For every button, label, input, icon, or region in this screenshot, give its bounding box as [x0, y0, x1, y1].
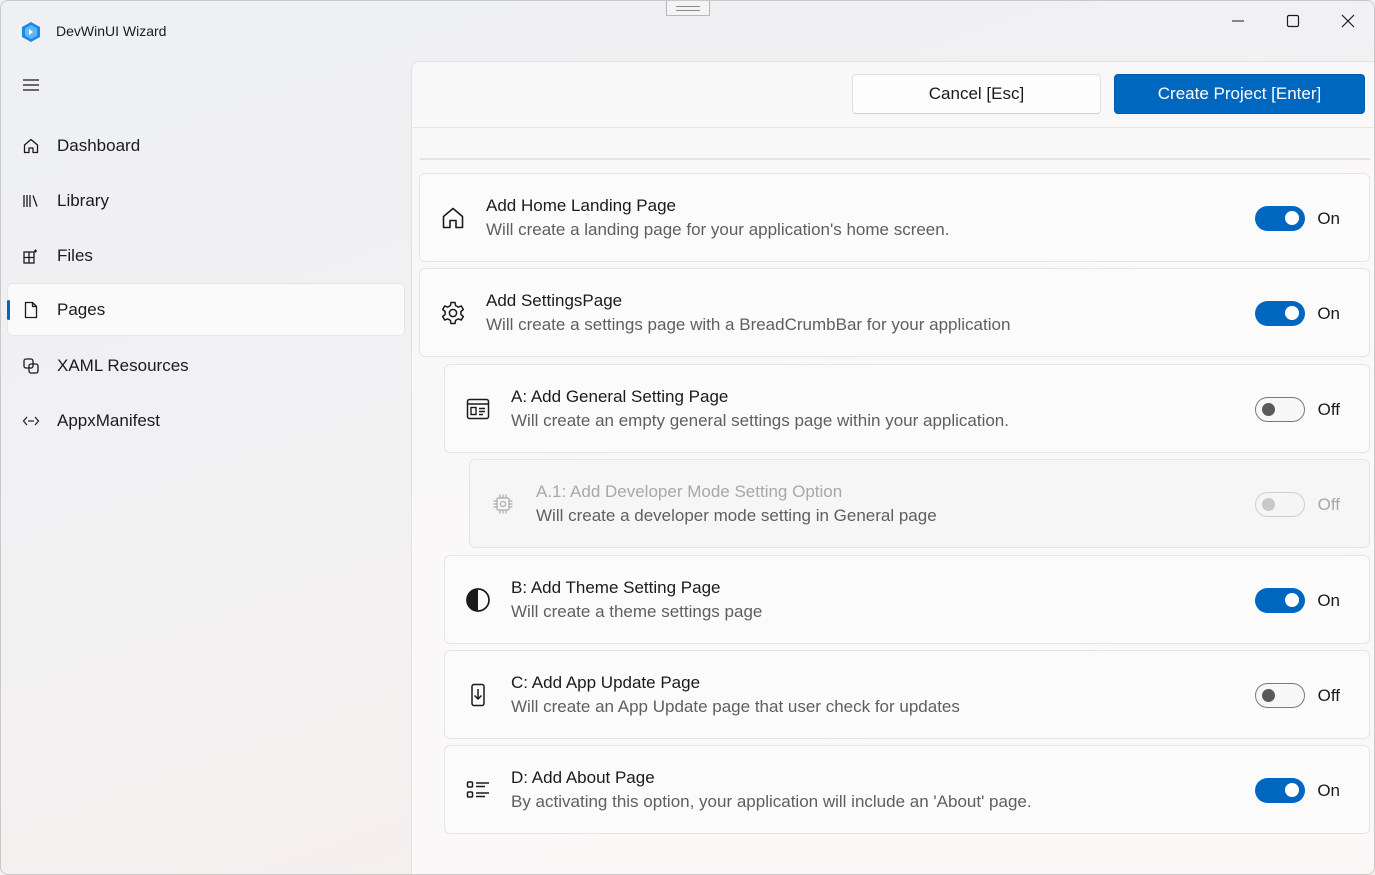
- option-title: D: Add About Page: [511, 768, 655, 787]
- content-panel: Cancel [Esc] Create Project [Enter] Add …: [411, 61, 1374, 874]
- menu-toggle-button[interactable]: [17, 71, 45, 99]
- sidebar-item-label: Pages: [57, 299, 106, 319]
- sidebar-item-label: Library: [57, 190, 109, 210]
- minimize-button[interactable]: [1211, 1, 1265, 41]
- divider: [420, 158, 1370, 160]
- option-card-developer-mode: A.1: Add Developer Mode Setting Option W…: [469, 459, 1370, 548]
- toggle-state-label: Off: [1317, 400, 1340, 419]
- option-card-home-landing: Add Home Landing Page Will create a land…: [419, 173, 1370, 262]
- option-description: Will create a developer mode setting in …: [536, 506, 937, 525]
- toggle-knob: [1262, 498, 1275, 511]
- sidebar-item-label: XAML Resources: [57, 355, 189, 375]
- toggle-state-label: On: [1317, 304, 1340, 323]
- home-icon: [440, 205, 466, 231]
- app-logo-icon: [20, 21, 42, 43]
- option-description: Will create a theme settings page: [511, 602, 763, 621]
- sidebar-item-pages[interactable]: Pages: [7, 283, 405, 336]
- home-icon: [21, 136, 41, 156]
- library-icon: [21, 191, 41, 211]
- option-title: Add Home Landing Page: [486, 196, 676, 215]
- option-title: A.1: Add Developer Mode Setting Option: [536, 482, 843, 501]
- option-card-general-setting: A: Add General Setting Page Will create …: [444, 364, 1370, 453]
- option-description: Will create an App Update page that user…: [511, 697, 960, 716]
- resources-icon: [21, 356, 41, 376]
- cancel-button[interactable]: Cancel [Esc]: [852, 74, 1101, 114]
- close-button[interactable]: [1321, 1, 1374, 41]
- home-landing-toggle[interactable]: [1255, 206, 1305, 231]
- option-title: B: Add Theme Setting Page: [511, 578, 721, 597]
- app-title: DevWinUI Wizard: [56, 23, 167, 39]
- selection-indicator: [7, 300, 10, 320]
- about-page-toggle[interactable]: [1255, 778, 1305, 803]
- app-window: DevWinUI Wizard Dashboard Library Files …: [0, 0, 1375, 875]
- code-icon: [21, 411, 41, 431]
- gear-icon: [440, 300, 466, 326]
- sidebar-item-label: Dashboard: [57, 135, 141, 155]
- contrast-icon: [465, 587, 491, 613]
- files-icon: [21, 246, 41, 266]
- maximize-icon: [1286, 14, 1300, 28]
- list-icon: [465, 777, 491, 803]
- sidebar-item-files[interactable]: Files: [7, 229, 405, 282]
- command-bar: Cancel [Esc] Create Project [Enter]: [412, 62, 1374, 128]
- option-card-about-page: D: Add About Page By activating this opt…: [444, 745, 1370, 834]
- toggle-state-label: On: [1317, 209, 1340, 228]
- hamburger-icon: [22, 78, 40, 92]
- title-bar: DevWinUI Wizard: [1, 1, 1374, 61]
- sidebar-item-appxmanifest[interactable]: AppxManifest: [7, 394, 405, 447]
- download-icon: [465, 682, 491, 708]
- sidebar-item-label: AppxManifest: [57, 410, 160, 430]
- toggle-state-label: Off: [1317, 686, 1340, 705]
- toggle-knob: [1285, 306, 1299, 320]
- toggle-state-label: On: [1317, 781, 1340, 800]
- option-description: Will create a landing page for your appl…: [486, 220, 950, 239]
- sidebar-item-library[interactable]: Library: [7, 174, 405, 227]
- developer-mode-toggle: [1255, 492, 1305, 517]
- toggle-state-label: Off: [1317, 495, 1340, 514]
- create-project-button[interactable]: Create Project [Enter]: [1114, 74, 1365, 114]
- settings-page-toggle[interactable]: [1255, 301, 1305, 326]
- sidebar-item-label: Files: [57, 245, 93, 265]
- option-title: A: Add General Setting Page: [511, 387, 729, 406]
- app-update-toggle[interactable]: [1255, 683, 1305, 708]
- sidebar-item-dashboard[interactable]: Dashboard: [7, 119, 405, 172]
- panel-icon: [465, 396, 491, 422]
- option-card-settings-page: Add SettingsPage Will create a settings …: [419, 268, 1370, 357]
- toggle-knob: [1285, 211, 1299, 225]
- toggle-knob: [1262, 689, 1275, 702]
- option-title: Add SettingsPage: [486, 291, 623, 310]
- theme-setting-toggle[interactable]: [1255, 588, 1305, 613]
- option-description: By activating this option, your applicat…: [511, 792, 1032, 811]
- minimize-icon: [1231, 14, 1245, 28]
- toggle-state-label: On: [1317, 591, 1340, 610]
- option-title: C: Add App Update Page: [511, 673, 701, 692]
- option-description: Will create a settings page with a Bread…: [486, 315, 1011, 334]
- toggle-knob: [1262, 403, 1275, 416]
- drag-handle[interactable]: [666, 1, 710, 16]
- close-icon: [1341, 14, 1355, 28]
- option-card-theme-setting: B: Add Theme Setting Page Will create a …: [444, 555, 1370, 644]
- chip-icon: [490, 491, 516, 517]
- option-card-app-update: C: Add App Update Page Will create an Ap…: [444, 650, 1370, 739]
- general-setting-toggle[interactable]: [1255, 397, 1305, 422]
- toggle-knob: [1285, 783, 1299, 797]
- page-icon: [21, 300, 41, 320]
- option-description: Will create an empty general settings pa…: [511, 411, 1009, 430]
- toggle-knob: [1285, 593, 1299, 607]
- maximize-button[interactable]: [1266, 1, 1320, 41]
- sidebar-item-xaml-resources[interactable]: XAML Resources: [7, 339, 405, 392]
